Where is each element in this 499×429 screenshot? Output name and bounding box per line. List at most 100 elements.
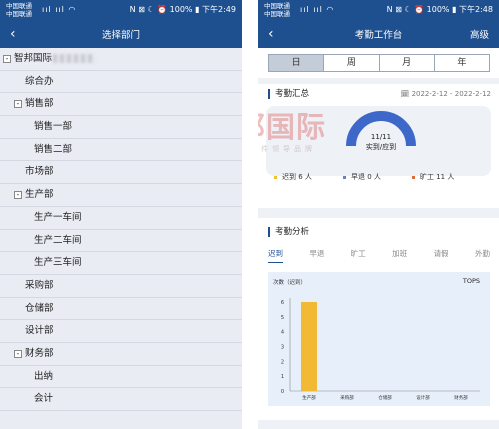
stat-item: 旷工 11 人 [412,172,454,182]
chart-area: 次数（迟到） TOPS 0 1 2 3 4 5 6 生产部 采购部 仓储部 设计部 财务部 [268,272,490,406]
tree-item[interactable]: 仓储部 [0,297,242,321]
signal-icon: ııl ııl ◠ [300,5,335,14]
gauge-label: 实到/应到 [366,142,396,151]
carrier-name-1: 中国联通 [264,2,290,10]
nav-bar: ‹ 考勤工作台 高级 [258,20,499,48]
stat-label: 旷工 11 人 [420,173,455,181]
summary-box: 11/11 实到/应到 [266,106,491,176]
status-right: N ⊠ ☾ ⏰ 100% ▮ 下午2:49 [129,5,236,14]
tree-item-label: 销售一部 [34,121,73,133]
redacted-text [53,54,96,63]
attendance-workbench-screen: 中国联通 中国联通 ııl ııl ◠ N ⊠ ☾ ⏰ 100% ▮ 下午2:4… [258,0,499,429]
carrier-info: 中国联通 中国联通 [6,2,32,18]
status-bar: 中国联通 中国联通 ııl ııl ◠ N ⊠ ☾ ⏰ 100% ▮ 下午2:4… [258,0,499,20]
collapse-icon[interactable]: - [14,191,22,200]
tree-item-label: 销售二部 [34,143,73,155]
status-right: N ⊠ ☾ ⏰ 100% ▮ 下午2:48 [386,5,493,14]
tree-item[interactable]: 生产三车间 [0,252,242,275]
tree-item-label: 生产二车间 [34,234,82,246]
summary-title: 考勤汇总 [268,89,309,99]
tree-item[interactable]: 销售一部 [0,116,242,139]
tree-item[interactable]: - 智邦国际 [0,48,242,71]
tree-item[interactable]: 采购部 [0,274,242,298]
tree-item-label: 财务部 [25,347,54,359]
y-tick-label: 4 [281,330,284,336]
tree-item-label: 生产部 [25,189,54,201]
tree-item[interactable]: 综合办 [0,70,242,94]
tree-item[interactable]: 出纳 [0,365,242,389]
legend-dot-icon [343,175,346,179]
tree-item-label: 生产一车间 [34,211,82,223]
tree-item[interactable]: 会计 [0,388,242,411]
tree-item-label: 仓储部 [25,302,54,314]
stat-label: 迟到 6 人 [282,173,312,181]
carrier-name-2: 中国联通 [6,10,32,18]
tree-item-label: 综合办 [25,75,54,87]
analysis-tab[interactable]: 旷工 [351,248,366,263]
analysis-tabs: 迟到 早退 旷工 加班 请假 外勤 [268,248,490,263]
collapse-icon[interactable]: - [14,349,22,358]
tree-item[interactable]: - 销售部 [0,93,242,117]
y-tick-label: 6 [281,300,284,306]
attendance-gauge: 11/11 实到/应到 [346,111,416,151]
x-tick-label: 仓储部 [378,394,392,401]
tree-item[interactable]: 设计部 [0,320,242,343]
tree-item-label: 销售部 [25,98,54,110]
period-selector-bar: 日周月年 [258,48,499,78]
tree-item[interactable]: 生产二车间 [0,229,242,253]
legend-dot-icon [274,175,277,179]
page-title: 考勤工作台 [354,30,403,41]
department-tree: - 智邦国际 综合办 - 销售部 销售一部 销售二部 市场部 - 生产部 生产一车间 生产二车间 生产三… [0,48,242,411]
collapse-icon[interactable]: - [14,100,22,109]
collapse-icon[interactable]: - [3,55,11,63]
tree-item-label: 出纳 [34,370,54,382]
stat-label: 早退 0 人 [351,173,381,181]
tree-item-label: 生产三车间 [34,257,82,269]
analysis-tab[interactable]: 迟到 [268,248,283,263]
tree-item[interactable]: - 财务部 [0,342,242,366]
period-segmented-control: 日周月年 [268,54,490,72]
x-tick-label: 设计部 [416,394,430,401]
x-tick-label: 财务部 [454,394,468,401]
analysis-title: 考勤分析 [268,227,309,237]
segment-3[interactable]: 年 [434,55,489,71]
y-tick-label: 5 [281,315,284,321]
segment-1[interactable]: 周 [324,55,380,71]
date-range[interactable]: 🗓 2022-2-12 - 2022-2-12 [400,90,491,98]
page-title: 选择部门 [101,30,140,41]
x-tick-label: 采购部 [340,394,354,401]
carrier-name-1: 中国联通 [6,2,32,10]
x-tick-label: 生产部 [302,394,316,401]
y-tick-label: 2 [281,359,284,365]
advanced-button[interactable]: 高级 [470,27,489,41]
y-tick-label: 1 [281,374,284,380]
signal-icon: ııl ııl ◠ [42,5,77,14]
bar-chart: 0 1 2 3 4 5 6 生产部 采购部 仓储部 设计部 财务部 [281,298,480,401]
tree-item[interactable]: - 生产部 [0,184,242,207]
tree-item-label: 智邦国际 [14,53,53,64]
gauge-value: 11/11 [371,133,391,141]
tree-item-label: 会计 [34,393,54,405]
tree-item[interactable]: 生产一车间 [0,206,242,230]
bar[interactable] [301,302,317,391]
stat-item: 早退 0 人 [343,172,381,182]
tree-item-label: 采购部 [25,279,54,291]
department-picker-screen: 中国联通 中国联通 ııl ııl ◠ N ⊠ ☾ ⏰ 100% ▮ 下午2:4… [0,0,242,429]
tree-item[interactable]: 销售二部 [0,138,242,162]
analysis-tab[interactable]: 请假 [434,248,449,263]
y-tick-label: 3 [281,345,284,351]
tree-item-label: 市场部 [25,166,54,178]
y-tick-label: 0 [281,389,284,395]
analysis-tab[interactable]: 加班 [392,248,407,263]
segment-2[interactable]: 月 [379,55,435,71]
tree-item[interactable]: 市场部 [0,161,242,185]
legend-dot-icon [412,175,415,179]
analysis-tab[interactable]: 外勤 [475,248,490,263]
status-bar: 中国联通 中国联通 ııl ııl ◠ N ⊠ ☾ ⏰ 100% ▮ 下午2:4… [0,0,242,20]
segment-0[interactable]: 日 [269,55,325,71]
analysis-tab[interactable]: 早退 [309,248,324,263]
analysis-card: 考勤分析 迟到 早退 旷工 加班 请假 外勤 次数（迟到） TOPS 0 1 2 3 4 5 6 生产部… [258,218,499,420]
summary-card: 考勤汇总 🗓 2022-2-12 - 2022-2-12 11/11 实到/应到… [258,84,499,208]
stat-item: 迟到 6 人 [274,172,312,182]
gauge-arc [346,111,416,147]
